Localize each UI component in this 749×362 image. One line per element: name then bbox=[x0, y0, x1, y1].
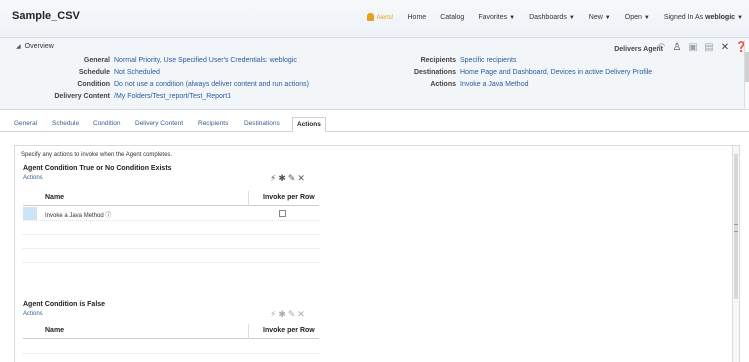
scroll-thumb[interactable] bbox=[745, 52, 749, 82]
bell-icon bbox=[367, 13, 375, 21]
close-icon[interactable]: ✕ bbox=[719, 42, 731, 54]
section-false-table-header: Name Invoke per Row bbox=[23, 324, 319, 339]
agent-toolbar: ↶ ♙ ▣ ▤ ✕ ❓ bbox=[655, 42, 748, 54]
row-selector bbox=[23, 235, 37, 248]
overview-actions: Actions Invoke a Java Method bbox=[430, 81, 529, 88]
signed-in-menu[interactable]: Signed In As weblogic ▼ bbox=[664, 14, 743, 21]
undo-icon[interactable]: ↶ bbox=[655, 42, 667, 54]
section-false-table bbox=[23, 340, 319, 354]
instructions-text: Specify any actions to invoke when the A… bbox=[21, 152, 173, 158]
tab-schedule[interactable]: Schedule bbox=[52, 117, 79, 132]
nav-new[interactable]: New ▼ bbox=[589, 14, 611, 21]
section-true-table: Invoke a Java Method ⓘ bbox=[23, 207, 319, 263]
caret-down-icon: ▼ bbox=[737, 14, 743, 21]
caret-down-icon: ▼ bbox=[604, 14, 611, 21]
overview-condition: Condition Do not use a condition (always … bbox=[77, 81, 309, 88]
page-title: Sample_CSV bbox=[12, 10, 80, 22]
save-icon[interactable]: ▣ bbox=[687, 42, 699, 54]
alerts-link[interactable]: Alerts! bbox=[367, 13, 394, 21]
section-false-toolbar: ⚡✱✎✕ bbox=[270, 309, 307, 320]
invoke-per-row-checkbox[interactable] bbox=[279, 210, 286, 217]
delete-icon[interactable]: ✕ bbox=[297, 309, 307, 319]
column-header-invoke: Invoke per Row bbox=[263, 194, 315, 201]
nav-catalog[interactable]: Catalog bbox=[440, 14, 464, 21]
column-divider bbox=[248, 191, 249, 206]
global-nav: Alerts! Home Catalog Favorites ▼ Dashboar… bbox=[353, 13, 743, 21]
overview-general: General Normal Priority, Use Specified Us… bbox=[83, 57, 297, 64]
delete-icon[interactable]: ✕ bbox=[297, 173, 307, 183]
overview-panel: ◢ Overview General Normal Priority, Use Sp… bbox=[0, 38, 749, 110]
overview-schedule: Schedule Not Scheduled bbox=[78, 69, 160, 76]
row-selector bbox=[23, 221, 37, 234]
add-action-alt-icon[interactable]: ✱ bbox=[278, 173, 288, 183]
table-row bbox=[23, 249, 319, 263]
row-selector bbox=[23, 249, 37, 262]
tab-condition[interactable]: Condition bbox=[93, 117, 120, 132]
section-false-subtitle: Actions bbox=[23, 311, 43, 317]
column-divider bbox=[248, 324, 249, 339]
caret-down-icon: ▼ bbox=[568, 14, 575, 21]
caret-down-icon: ▼ bbox=[643, 14, 650, 21]
section-true-subtitle: Actions bbox=[23, 175, 43, 181]
top-bar: Sample_CSV Alerts! Home Catalog Favorite… bbox=[0, 0, 749, 38]
overview-destinations: Destinations Home Page and Dashboard, Dev… bbox=[413, 69, 653, 76]
nav-favorites[interactable]: Favorites ▼ bbox=[478, 14, 515, 21]
row-name: Invoke a Java Method ⓘ bbox=[45, 213, 112, 219]
content-scrollbar[interactable] bbox=[732, 146, 739, 362]
edit-icon[interactable]: ✎ bbox=[288, 173, 298, 183]
edit-icon[interactable]: ✎ bbox=[288, 309, 298, 319]
section-true-table-header: Name Invoke per Row bbox=[23, 191, 319, 206]
overview-scrollbar[interactable] bbox=[744, 40, 749, 108]
table-row bbox=[23, 221, 319, 235]
info-icon[interactable]: ⓘ bbox=[105, 213, 111, 219]
scroll-grip bbox=[734, 224, 738, 232]
collapse-triangle-icon[interactable]: ◢ bbox=[16, 44, 21, 50]
column-header-name: Name bbox=[45, 194, 65, 201]
overview-delivery-content: Delivery Content/My Folders/Test_report/… bbox=[54, 93, 232, 100]
tab-actions[interactable]: Actions bbox=[292, 117, 326, 132]
column-header-invoke: Invoke per Row bbox=[263, 327, 315, 334]
section-false-title: Agent Condition is False bbox=[23, 301, 106, 308]
tab-recipients[interactable]: Recipients bbox=[198, 117, 228, 132]
table-row bbox=[23, 235, 319, 249]
table-row bbox=[23, 340, 319, 354]
section-true-toolbar: ⚡✱✎✕ bbox=[270, 173, 307, 184]
nav-dashboards[interactable]: Dashboards ▼ bbox=[529, 14, 575, 21]
tab-destinations[interactable]: Destinations bbox=[244, 117, 280, 132]
tab-delivery-content[interactable]: Delivery Content bbox=[135, 117, 183, 132]
overview-header[interactable]: ◢ Overview bbox=[16, 43, 54, 50]
save-as-icon[interactable]: ▤ bbox=[703, 42, 715, 54]
run-agent-icon[interactable]: ♙ bbox=[671, 42, 683, 54]
table-row[interactable]: Invoke a Java Method ⓘ bbox=[23, 207, 319, 221]
nav-home[interactable]: Home bbox=[408, 14, 427, 21]
actions-panel: Specify any actions to invoke when the A… bbox=[14, 145, 740, 362]
tab-general[interactable]: General bbox=[14, 117, 37, 132]
column-header-name: Name bbox=[45, 327, 65, 334]
add-action-alt-icon[interactable]: ✱ bbox=[278, 309, 288, 319]
overview-recipients: Recipients Specific recipients bbox=[420, 57, 517, 64]
row-selector[interactable] bbox=[23, 207, 37, 220]
caret-down-icon: ▼ bbox=[509, 14, 516, 21]
nav-open[interactable]: Open ▼ bbox=[625, 14, 650, 21]
row-selector bbox=[23, 340, 37, 353]
tab-bar: General Schedule Condition Delivery Cont… bbox=[0, 117, 749, 132]
section-true-title: Agent Condition True or No Condition Exi… bbox=[23, 165, 172, 172]
user-name: weblogic bbox=[705, 13, 736, 21]
